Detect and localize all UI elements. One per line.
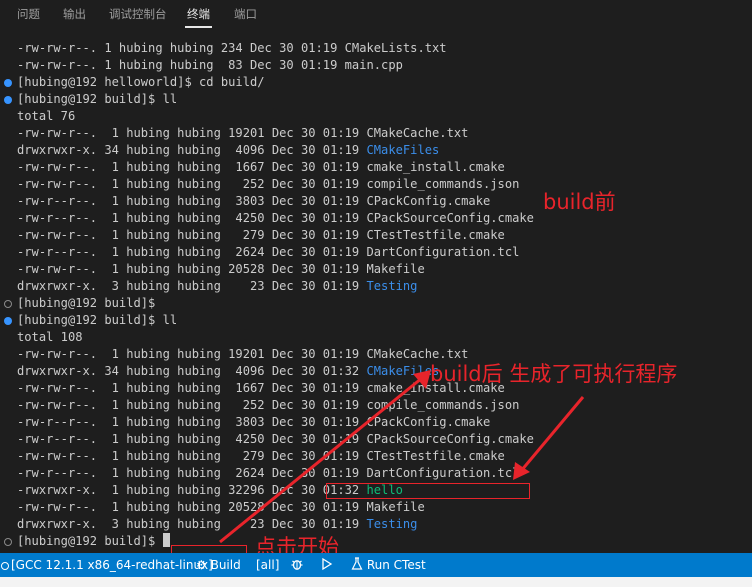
terminal-line: -rw-rw-r--. 1 hubing hubing 19201 Dec 30… [17,346,468,363]
terminal-line: -rw-r--r--. 1 hubing hubing 3803 Dec 30 … [17,414,490,431]
flask-icon [351,557,363,570]
status-kit-label: [GCC 12.1.1 x86_64-redhat-linux] [11,558,213,572]
directory-filename: Testing [366,279,418,293]
command-pending-marker[interactable] [4,537,12,546]
tab-terminal-label: 终端 [187,7,210,21]
active-tab-indicator [185,26,212,28]
terminal-line-text: [hubing@192 build]$ [17,534,163,548]
terminal-line-text: -rw-rw-r--. 1 hubing hubing 20528 Dec 30… [17,262,425,276]
gear-icon: ⚙ [196,558,207,572]
terminal-line: -rw-rw-r--. 1 hubing hubing 19201 Dec 30… [17,125,468,142]
status-bar: [GCC 12.1.1 x86_64-redhat-linux] ⚙ Build… [0,553,752,577]
kit-icon [1,561,9,570]
terminal-line-text: -rw-rw-r--. 1 hubing hubing 234 Dec 30 0… [17,41,447,55]
terminal-line: drwxrwxr-x. 34 hubing hubing 4096 Dec 30… [17,142,439,159]
terminal-line-text: -rw-r--r--. 1 hubing hubing 2624 Dec 30 … [17,245,520,259]
terminal-line-text: -rwxrwxr-x. 1 hubing hubing 32296 Dec 30… [17,483,367,497]
terminal-line-text: drwxrwxr-x. 34 hubing hubing 4096 Dec 30… [17,364,367,378]
terminal-line-text: drwxrwxr-x. 3 hubing hubing 23 Dec 30 01… [17,279,367,293]
terminal-line: -rw-r--r--. 1 hubing hubing 2624 Dec 30 … [17,244,519,261]
terminal-line-text: -rw-r--r--. 1 hubing hubing 3803 Dec 30 … [17,194,491,208]
terminal-line: -rw-rw-r--. 1 hubing hubing 279 Dec 30 0… [17,448,505,465]
build-button-label: Build [210,558,241,572]
annotation-build-after: build后 生成了可执行程序 [430,362,678,386]
command-success-marker[interactable] [4,316,12,325]
debug-icon[interactable] [290,553,304,577]
terminal-line-text: -rw-rw-r--. 1 hubing hubing 279 Dec 30 0… [17,449,505,463]
terminal-line: -rw-rw-r--. 1 hubing hubing 252 Dec 30 0… [17,176,519,193]
terminal-line-text: -rw-rw-r--. 1 hubing hubing 252 Dec 30 0… [17,398,520,412]
build-button[interactable]: ⚙ Build [196,553,241,577]
tab-problems[interactable]: 问题 [17,6,40,22]
terminal-line-text: [hubing@192 helloworld]$ cd build/ [17,75,265,89]
terminal-line-text: drwxrwxr-x. 3 hubing hubing 23 Dec 30 01… [17,517,367,531]
terminal-line: -rw-rw-r--. 1 hubing hubing 20528 Dec 30… [17,261,425,278]
terminal-line-text: total 76 [17,109,76,123]
terminal-line: -rw-rw-r--. 1 hubing hubing 279 Dec 30 0… [17,227,505,244]
run-icon[interactable] [321,553,333,577]
terminal-line: -rw-rw-r--. 1 hubing hubing 20528 Dec 30… [17,499,425,516]
directory-filename: CMakeFiles [366,364,440,378]
terminal-line-text: -rw-rw-r--. 1 hubing hubing 252 Dec 30 0… [17,177,520,191]
tab-debug-console[interactable]: 调试控制台 [109,6,167,22]
terminal-line-text: [hubing@192 build]$ ll [17,92,178,106]
terminal-line-text: -rw-r--r--. 1 hubing hubing 2624 Dec 30 … [17,466,520,480]
terminal-line: total 108 [17,329,83,346]
terminal-line-text: [hubing@192 build]$ [17,296,156,310]
tab-terminal[interactable]: 终端 [185,6,212,28]
terminal-line-text: drwxrwxr-x. 34 hubing hubing 4096 Dec 30… [17,143,367,157]
terminal-line: -rw-rw-r--. 1 hubing hubing 83 Dec 30 01… [17,57,403,74]
terminal-line: -rw-r--r--. 1 hubing hubing 4250 Dec 30 … [17,210,534,227]
terminal-line-text: [hubing@192 build]$ ll [17,313,178,327]
terminal-line-text: -rw-rw-r--. 1 hubing hubing 20528 Dec 30… [17,500,425,514]
terminal-line: drwxrwxr-x. 34 hubing hubing 4096 Dec 30… [17,363,439,380]
terminal-line: -rw-rw-r--. 1 hubing hubing 1667 Dec 30 … [17,159,505,176]
terminal-line-text: -rw-rw-r--. 1 hubing hubing 279 Dec 30 0… [17,228,505,242]
window-bottom-edge [0,577,752,587]
terminal-line: [hubing@192 build]$ [17,295,155,312]
terminal-line: -rw-r--r--. 1 hubing hubing 3803 Dec 30 … [17,193,490,210]
build-target-selector[interactable]: [all] [256,553,279,577]
terminal-line: -rw-r--r--. 1 hubing hubing 4250 Dec 30 … [17,431,534,448]
terminal-line-text: total 108 [17,330,83,344]
terminal-line-text: -rw-rw-r--. 1 hubing hubing 1667 Dec 30 … [17,160,505,174]
terminal-line: -rw-rw-r--. 1 hubing hubing 234 Dec 30 0… [17,40,447,57]
command-success-marker[interactable] [4,78,12,87]
terminal-line: -rw-r--r--. 1 hubing hubing 2624 Dec 30 … [17,465,519,482]
hello-highlight-box [326,483,530,499]
terminal-line-text: -rw-rw-r--. 1 hubing hubing 83 Dec 30 01… [17,58,403,72]
terminal-line-text: -rw-r--r--. 1 hubing hubing 4250 Dec 30 … [17,211,534,225]
terminal-line: [hubing@192 build]$ ll [17,312,177,329]
terminal-line: drwxrwxr-x. 3 hubing hubing 23 Dec 30 01… [17,278,417,295]
run-ctest-label: Run CTest [366,558,426,572]
terminal-line: -rw-rw-r--. 1 hubing hubing 252 Dec 30 0… [17,397,519,414]
command-pending-marker[interactable] [4,299,12,308]
directory-filename: CMakeFiles [366,143,440,157]
tab-ports[interactable]: 端口 [234,6,257,22]
terminal-line-text: -rw-r--r--. 1 hubing hubing 3803 Dec 30 … [17,415,491,429]
panel-tab-bar: 问题 输出 调试控制台 终端 端口 [0,0,752,30]
run-ctest-button[interactable]: Run CTest [351,553,426,577]
terminal-cursor [162,533,170,547]
annotation-build-before: build前 [543,190,616,214]
tab-output[interactable]: 输出 [63,6,86,22]
terminal-line: total 76 [17,108,75,125]
terminal-line: [hubing@192 build]$ ll [17,91,177,108]
terminal-line-text: -rw-rw-r--. 1 hubing hubing 19201 Dec 30… [17,347,469,361]
directory-filename: Testing [366,517,418,531]
terminal-line-text: -rw-rw-r--. 1 hubing hubing 19201 Dec 30… [17,126,469,140]
terminal-line: [hubing@192 build]$ [17,533,170,550]
terminal-line: [hubing@192 helloworld]$ cd build/ [17,74,265,91]
terminal-line: drwxrwxr-x. 3 hubing hubing 23 Dec 30 01… [17,516,417,533]
status-kit-item[interactable]: [GCC 12.1.1 x86_64-redhat-linux] [0,553,213,577]
terminal-line-text: -rw-r--r--. 1 hubing hubing 4250 Dec 30 … [17,432,534,446]
command-success-marker[interactable] [4,95,12,104]
